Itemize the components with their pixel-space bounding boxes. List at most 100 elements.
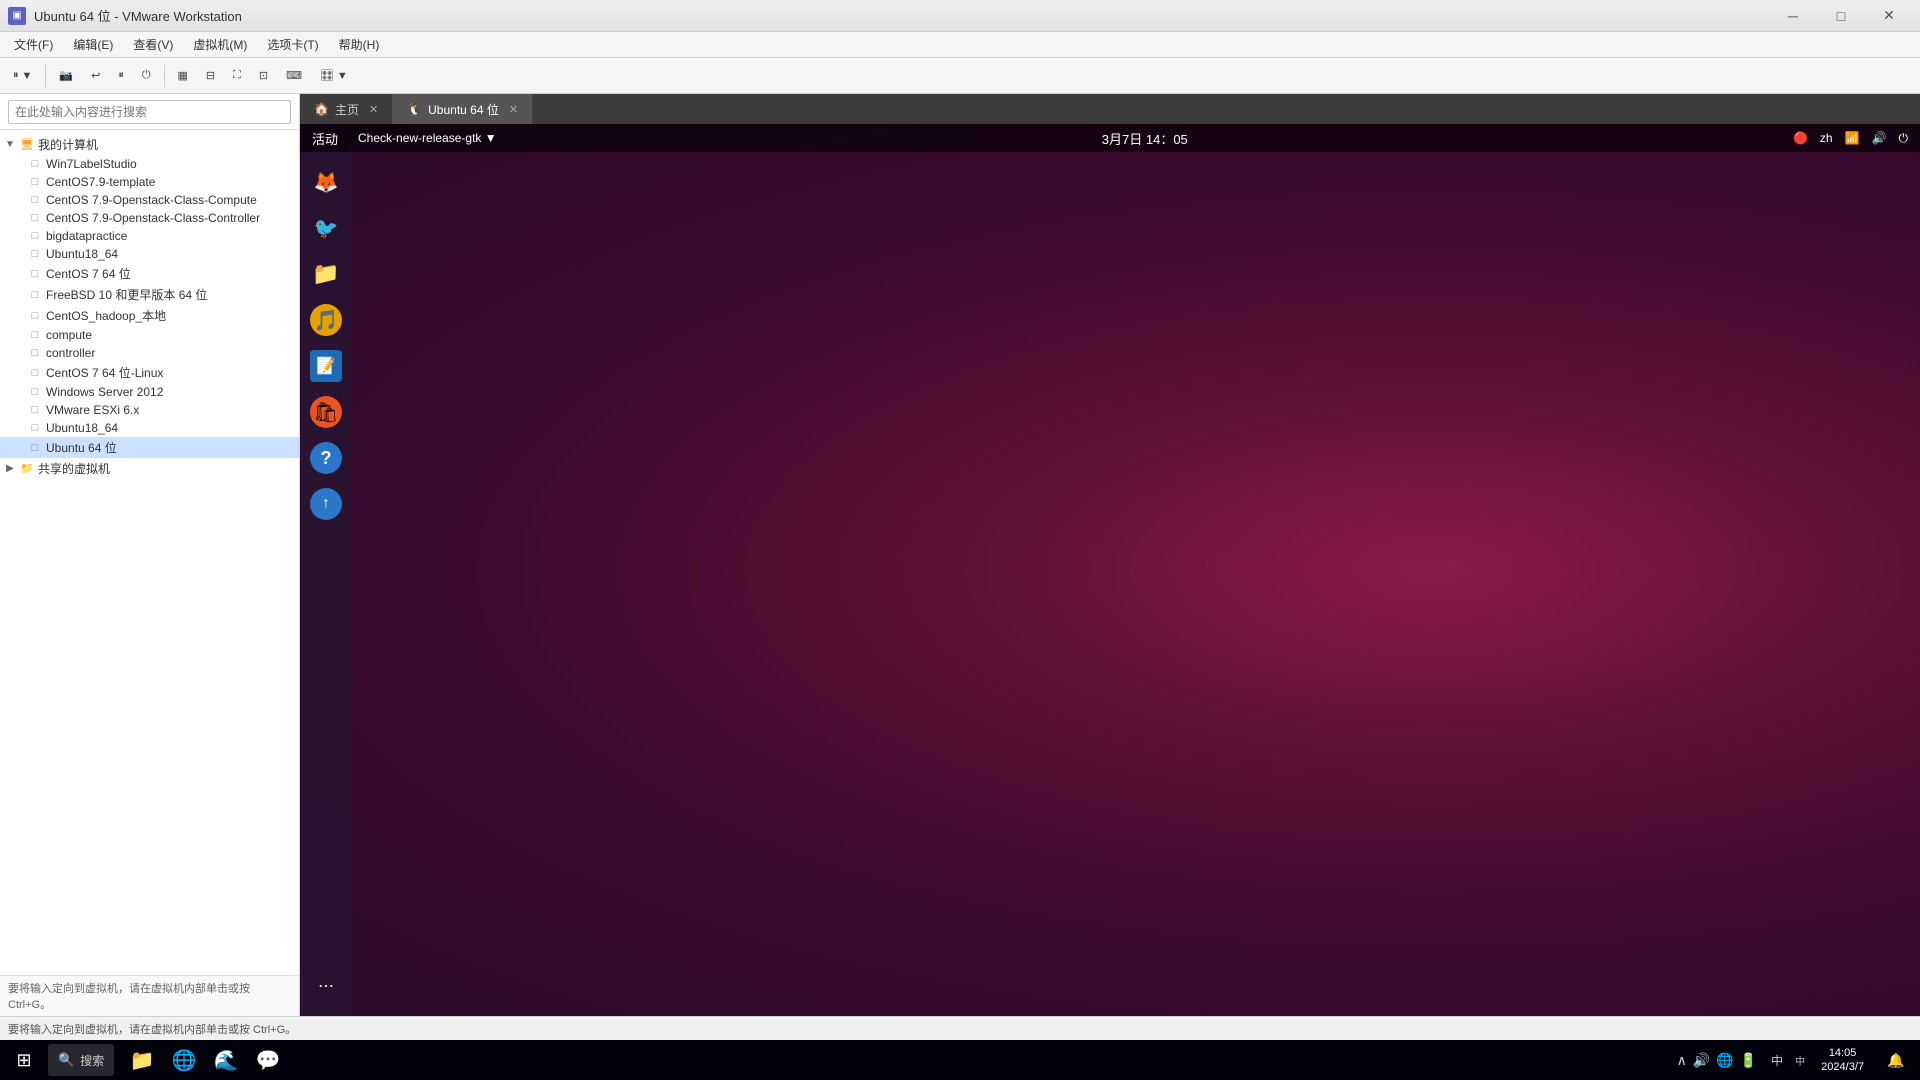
vm-icon-5: □	[27, 247, 43, 261]
menu-tab[interactable]: 选项卡(T)	[259, 33, 326, 56]
vm-item-4[interactable]: □ bigdatapractice	[0, 227, 299, 245]
wechat-icon: 💬	[256, 1048, 281, 1073]
menu-vm[interactable]: 虚拟机(M)	[185, 33, 255, 56]
main-area: ▼ 🖥 我的计算机 □ Win7LabelStudio □ CentOS7.9-…	[0, 94, 1920, 1016]
vm-item-8[interactable]: □ CentOS_hadoop_本地	[0, 305, 299, 326]
taskbar-clock[interactable]: 14:05 2024/3/7	[1813, 1046, 1872, 1075]
view-options-button[interactable]: 🎛 ▼	[313, 62, 355, 90]
view-unity-button[interactable]: ⊟	[199, 62, 222, 90]
status-message: 要将输入定向到虚拟机，请在虚拟机内部单击或按 Ctrl+G。	[8, 1021, 296, 1037]
fullscreen-icon: ⛶	[233, 69, 241, 82]
battery-tray-icon[interactable]: 🔋	[1740, 1052, 1757, 1069]
vm-icon-2: □	[27, 193, 43, 207]
sidebar: ▼ 🖥 我的计算机 □ Win7LabelStudio □ CentOS7.9-…	[0, 94, 300, 1016]
ubuntu-topbar: 活动 Check-new-release-gtk ▼ 3月7日 14：05 🔴 …	[300, 124, 1920, 152]
ubuntu-tab-label: Ubuntu 64 位	[428, 101, 499, 118]
pause-button[interactable]: ⏸ ▼	[6, 62, 39, 90]
taskbar-explorer[interactable]: 📁	[122, 1040, 162, 1080]
sidebar-search-bar[interactable]	[0, 94, 299, 130]
power-button[interactable]: ⏻	[135, 62, 158, 90]
vm-label-0: Win7LabelStudio	[46, 157, 137, 171]
vm-item-15[interactable]: □ Ubuntu 64 位	[0, 437, 299, 458]
network-tray-icon[interactable]: 🌐	[1716, 1052, 1733, 1069]
vm-item-6[interactable]: □ CentOS 7 64 位	[0, 263, 299, 284]
view-fullscreen-button[interactable]: ⛶	[226, 62, 248, 90]
search-input[interactable]	[8, 100, 291, 124]
taskbar-edge[interactable]: 🌊	[206, 1040, 246, 1080]
ubuntu-desktop[interactable]: 活动 Check-new-release-gtk ▼ 3月7日 14：05 🔴 …	[300, 124, 1920, 1016]
title-bar-left: ▣ Ubuntu 64 位 - VMware Workstation	[8, 6, 242, 25]
menu-edit[interactable]: 编辑(E)	[65, 33, 121, 56]
start-icon: ⊞	[16, 1050, 31, 1071]
ctrl-icon: ⌨	[286, 69, 302, 82]
vm-label-8: CentOS_hadoop_本地	[46, 307, 166, 324]
home-tab[interactable]: 🏠 主页 ✕	[300, 94, 393, 124]
vm-icon-1: □	[27, 175, 43, 189]
vm-item-9[interactable]: □ compute	[0, 326, 299, 344]
lang-indicator[interactable]: zh	[1820, 131, 1833, 145]
menu-view[interactable]: 查看(V)	[125, 33, 181, 56]
clock-time: 14:05	[1821, 1046, 1864, 1060]
suspend-button[interactable]: ⏸	[111, 62, 131, 90]
menu-help[interactable]: 帮助(H)	[331, 33, 388, 56]
ubuntu-tab[interactable]: 🐧 Ubuntu 64 位 ✕	[393, 94, 533, 124]
menu-file[interactable]: 文件(F)	[6, 33, 61, 56]
tray-expand-icon[interactable]: ∧	[1677, 1052, 1687, 1069]
vm-item-11[interactable]: □ CentOS 7 64 位-Linux	[0, 362, 299, 383]
restore-button[interactable]: □	[1818, 2, 1864, 30]
vm-item-10[interactable]: □ controller	[0, 344, 299, 362]
vm-item-3[interactable]: □ CentOS 7.9-Openstack-Class-Controller	[0, 209, 299, 227]
vm-item-13[interactable]: □ VMware ESXi 6.x	[0, 401, 299, 419]
close-button[interactable]: ✕	[1866, 2, 1912, 30]
input-method-indicator[interactable]: 中	[1767, 1052, 1787, 1069]
view-extra-button[interactable]: ⊡	[252, 62, 275, 90]
activities-button[interactable]: 活动	[312, 129, 338, 148]
volume-tray-icon[interactable]: 🔊	[1693, 1052, 1710, 1069]
vm-item-5[interactable]: □ Ubuntu18_64	[0, 245, 299, 263]
app-name[interactable]: Check-new-release-gtk ▼	[358, 131, 497, 145]
minimize-button[interactable]: ─	[1770, 2, 1816, 30]
vm-item-2[interactable]: □ CentOS 7.9-Openstack-Class-Compute	[0, 191, 299, 209]
power-indicator-icon[interactable]: ⏻	[1899, 131, 1909, 146]
view-toggle-button[interactable]: ▦	[171, 62, 195, 90]
menu-bar: 文件(F) 编辑(E) 查看(V) 虚拟机(M) 选项卡(T) 帮助(H)	[0, 32, 1920, 58]
notification-button[interactable]: 🔔	[1876, 1040, 1916, 1080]
revert-icon: ↩	[91, 69, 100, 82]
suspend-icon: ⏸	[118, 69, 124, 82]
taskbar-items: 📁 🌐 🌊 💬	[122, 1040, 1670, 1080]
vm-item-14[interactable]: □ Ubuntu18_64	[0, 419, 299, 437]
start-button[interactable]: ⊞	[4, 1040, 44, 1080]
vm-label-15: Ubuntu 64 位	[46, 439, 117, 456]
pause-dropdown-icon: ▼	[22, 70, 33, 82]
vm-item-7[interactable]: □ FreeBSD 10 和更早版本 64 位	[0, 284, 299, 305]
volume-icon[interactable]: 🔊	[1872, 131, 1887, 145]
taskbar-chrome[interactable]: 🌐	[164, 1040, 204, 1080]
vm-tree: ▼ 🖥 我的计算机 □ Win7LabelStudio □ CentOS7.9-…	[0, 130, 299, 975]
ubuntu-tab-close[interactable]: ✕	[509, 103, 518, 116]
clock-date: 2024/3/7	[1821, 1060, 1864, 1074]
send-ctrl-button[interactable]: ⌨	[279, 62, 309, 90]
expand-arrow: ▼	[4, 139, 16, 150]
home-tab-close[interactable]: ✕	[369, 103, 378, 116]
edge-icon: 🌊	[214, 1048, 239, 1073]
network-indicator-icon[interactable]: 🔴	[1793, 131, 1808, 145]
snapshot-button[interactable]: 📷	[52, 62, 80, 90]
shared-vms-item[interactable]: ▶ 📁 共享的虚拟机	[0, 458, 299, 479]
my-computer-item[interactable]: ▼ 🖥 我的计算机	[0, 134, 299, 155]
vm-label-6: CentOS 7 64 位	[46, 265, 131, 282]
taskbar-search[interactable]: 🔍 搜索	[48, 1044, 114, 1076]
vm-tab-bar: 🏠 主页 ✕ 🐧 Ubuntu 64 位 ✕	[300, 94, 1920, 124]
toolbar: ⏸ ▼ 📷 ↩ ⏸ ⏻ ▦ ⊟ ⛶ ⊡ ⌨ 🎛 ▼	[0, 58, 1920, 94]
vm-item-12[interactable]: □ Windows Server 2012	[0, 383, 299, 401]
vm-label-12: Windows Server 2012	[46, 385, 163, 399]
home-icon: 🏠	[314, 102, 329, 116]
vm-icon-12: □	[27, 385, 43, 399]
extra-icon: ⊡	[259, 69, 268, 82]
vm-item-1[interactable]: □ CentOS7.9-template	[0, 173, 299, 191]
network-icon[interactable]: 📶	[1845, 131, 1860, 145]
revert-button[interactable]: ↩	[84, 62, 107, 90]
vm-item-0[interactable]: □ Win7LabelStudio	[0, 155, 299, 173]
taskbar-wechat[interactable]: 💬	[248, 1040, 288, 1080]
chrome-icon: 🌐	[172, 1048, 197, 1073]
windows-taskbar: ⊞ 🔍 搜索 📁 🌐 🌊 💬 ∧ 🔊 🌐 🔋 中 中 14:05 2024/3/…	[0, 1040, 1920, 1080]
